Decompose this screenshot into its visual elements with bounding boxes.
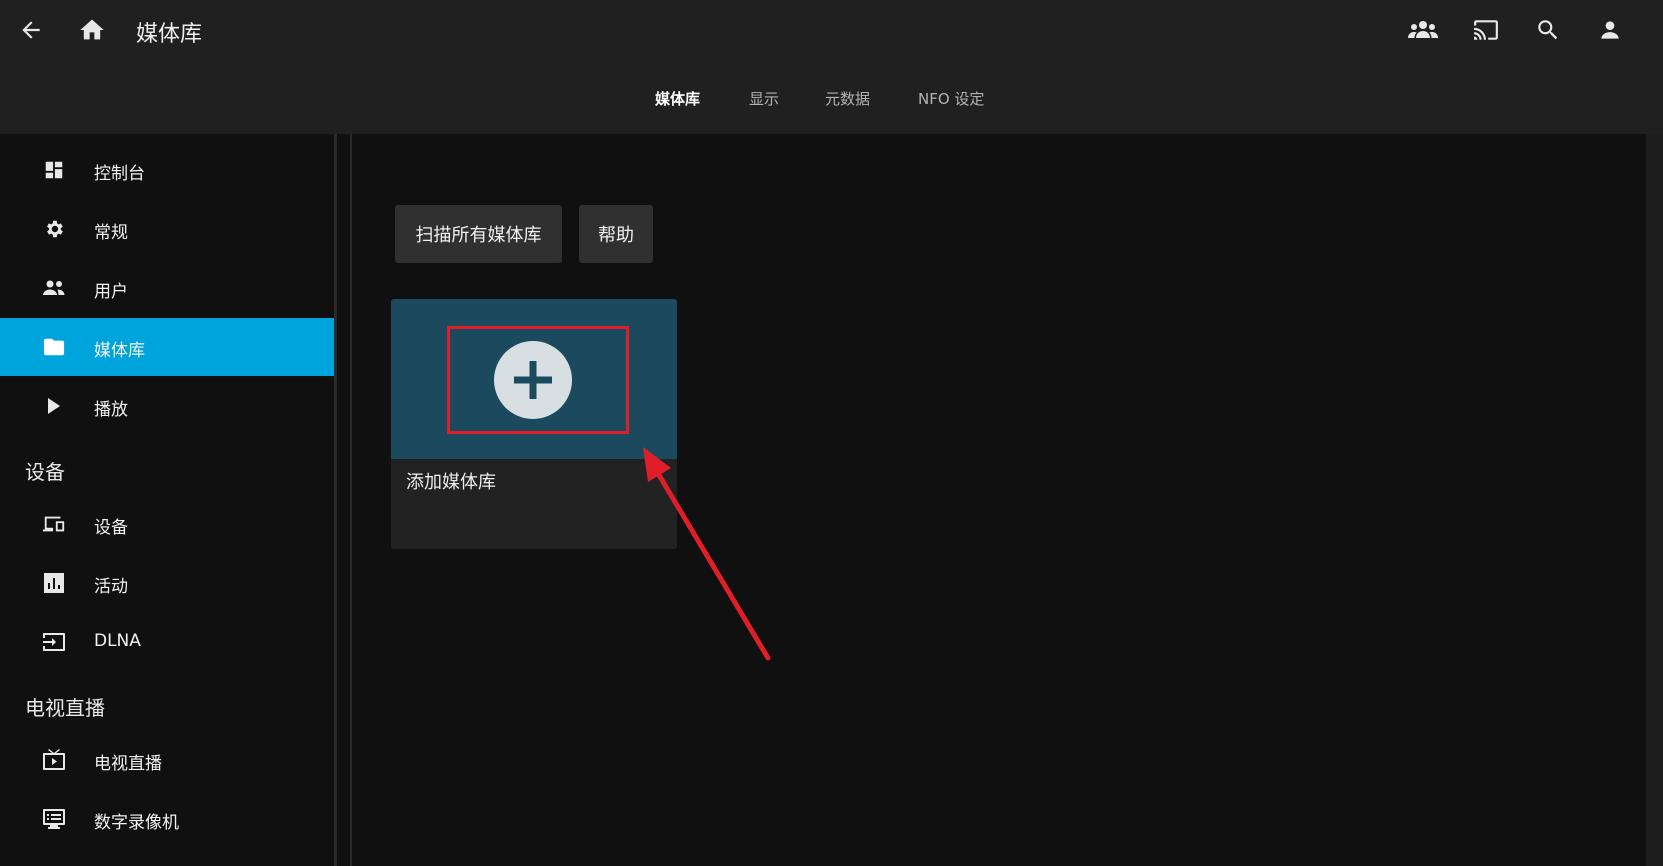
sidebar-item-label: 设备 xyxy=(94,518,128,538)
sidebar-item-label: 媒体库 xyxy=(94,341,145,361)
folder-icon xyxy=(42,335,66,359)
add-library-card-image[interactable] xyxy=(391,299,677,459)
page-title: 媒体库 xyxy=(136,22,203,47)
annotation-highlight-box xyxy=(447,326,629,434)
sidebar-item-playback[interactable]: 播放 xyxy=(0,377,334,435)
sidebar-item-label: 控制台 xyxy=(94,164,145,184)
devices-icon xyxy=(42,512,66,536)
scan-all-libraries-button[interactable]: 扫描所有媒体库 xyxy=(395,205,562,263)
sidebar-item-label: 活动 xyxy=(94,577,128,597)
sidebar-item-label: 常规 xyxy=(94,223,128,243)
content-divider xyxy=(350,134,352,866)
cast-icon[interactable] xyxy=(1466,12,1506,48)
settings-tabs: 媒体库 显示 元数据 NFO 设定 xyxy=(0,88,1663,110)
main-scrollbar-track[interactable] xyxy=(1646,134,1663,866)
play-icon xyxy=(42,394,66,418)
search-icon[interactable] xyxy=(1528,12,1568,48)
sidebar-item-label: 数字录像机 xyxy=(94,813,179,833)
sidebar-item-devices[interactable]: 设备 xyxy=(0,495,334,553)
home-icon[interactable] xyxy=(72,12,112,48)
dlna-input-icon xyxy=(42,630,66,654)
sidebar-item-label: 播放 xyxy=(94,400,128,420)
live-tv-icon xyxy=(42,748,66,772)
dvr-icon xyxy=(42,807,66,831)
gear-icon xyxy=(42,217,66,241)
sidebar-item-dlna[interactable]: DLNA xyxy=(0,613,334,671)
tab-library[interactable]: 媒体库 xyxy=(655,88,700,109)
add-library-card[interactable]: 添加媒体库 xyxy=(391,299,677,549)
tab-nfo-settings[interactable]: NFO 设定 xyxy=(918,88,984,109)
sidebar-scrollbar[interactable] xyxy=(334,134,337,866)
sidebar-item-activity[interactable]: 活动 xyxy=(0,554,334,612)
sidebar-item-dashboard[interactable]: 控制台 xyxy=(0,141,334,199)
section-heading-live-tv: 电视直播 xyxy=(25,696,105,720)
sidebar-item-live-tv[interactable]: 电视直播 xyxy=(0,731,334,789)
sidebar-item-label: DLNA xyxy=(94,631,141,651)
sidebar-item-label: 用户 xyxy=(94,282,128,302)
sidebar-item-users[interactable]: 用户 xyxy=(0,259,334,317)
top-bar: 媒体库 媒体库 显示 元数据 NFO 设定 xyxy=(0,0,1663,134)
sidebar-item-label: 电视直播 xyxy=(94,754,162,774)
sidebar-item-libraries[interactable]: 媒体库 xyxy=(0,318,334,376)
back-arrow-icon[interactable] xyxy=(11,12,51,48)
account-icon[interactable] xyxy=(1590,12,1630,48)
tab-display[interactable]: 显示 xyxy=(749,88,779,109)
activity-chart-icon xyxy=(42,571,66,595)
tab-metadata[interactable]: 元数据 xyxy=(825,88,870,109)
people-icon xyxy=(42,276,66,300)
users-icon[interactable] xyxy=(1403,12,1443,48)
help-button[interactable]: 帮助 xyxy=(579,205,653,263)
section-heading-devices: 设备 xyxy=(25,460,65,484)
dashboard-icon xyxy=(42,158,66,182)
sidebar-item-general[interactable]: 常规 xyxy=(0,200,334,258)
sidebar-item-dvr[interactable]: 数字录像机 xyxy=(0,790,334,848)
add-library-label: 添加媒体库 xyxy=(406,472,496,493)
